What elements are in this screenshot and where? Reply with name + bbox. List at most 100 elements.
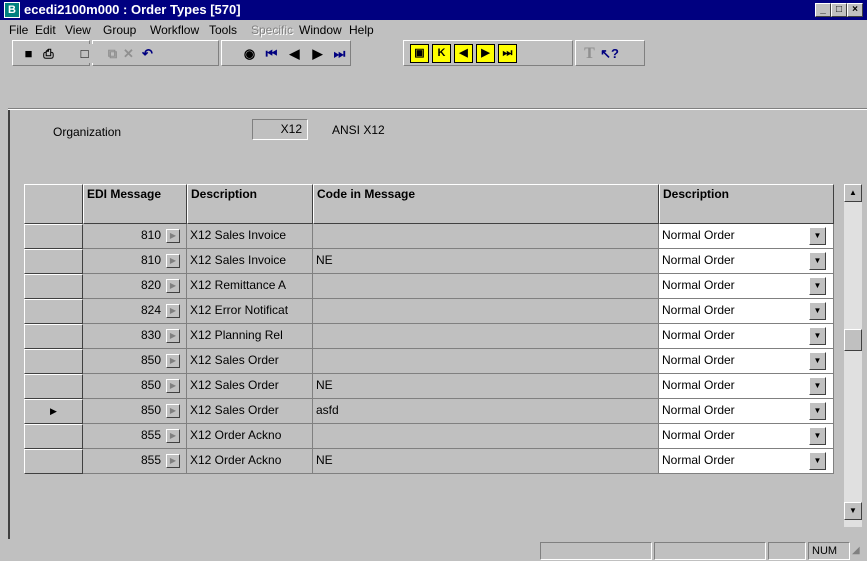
table-row[interactable]: 810 ▶ X12 Sales Invoice NE Normal Order …	[24, 249, 834, 274]
order-type-select[interactable]: Normal Order	[659, 299, 834, 324]
table-row[interactable]: 855 ▶ X12 Order Ackno Normal Order ▼	[24, 424, 834, 449]
zoom-icon[interactable]: ▶	[166, 354, 180, 368]
code-in-message-cell[interactable]	[313, 324, 659, 349]
row-selector[interactable]	[24, 374, 83, 399]
order-type-select[interactable]: Normal Order	[659, 399, 834, 424]
chevron-down-icon[interactable]: ▼	[809, 427, 826, 445]
zoom-icon[interactable]: ▶	[166, 279, 180, 293]
find-icon[interactable]: ◉	[240, 44, 259, 63]
code-in-message-cell[interactable]	[313, 299, 659, 324]
table-row[interactable]: 824 ▶ X12 Error Notificat Normal Order ▼	[24, 299, 834, 324]
save-icon[interactable]: ■	[19, 44, 38, 63]
order-type-select[interactable]: Normal Order	[659, 224, 834, 249]
chevron-down-icon[interactable]: ▼	[809, 252, 826, 270]
row-selector[interactable]	[24, 424, 83, 449]
zoom-icon[interactable]: ▶	[166, 379, 180, 393]
text-icon[interactable]: T	[580, 44, 599, 63]
maximize-button[interactable]: □	[831, 3, 847, 17]
next-record-icon[interactable]: ▶	[308, 44, 327, 63]
table-row[interactable]: 855 ▶ X12 Order Ackno NE Normal Order ▼	[24, 449, 834, 474]
header-code-in-message[interactable]: Code in Message	[313, 184, 659, 224]
menu-workflow[interactable]: Workflow	[150, 23, 199, 37]
chevron-down-icon[interactable]: ▼	[809, 377, 826, 395]
menu-window[interactable]: Window	[299, 23, 342, 37]
previous-record-icon[interactable]: ◀	[285, 44, 304, 63]
organization-code-field[interactable]: X12	[252, 119, 308, 140]
table-row[interactable]: 850 ▶ X12 Sales Order Normal Order ▼	[24, 349, 834, 374]
row-selector[interactable]: ▶	[24, 399, 83, 424]
close-button[interactable]: ×	[847, 3, 863, 17]
last-set-icon[interactable]: ⏭	[498, 44, 517, 63]
print-icon[interactable]: ⎙	[39, 44, 58, 63]
table-row[interactable]: 810 ▶ X12 Sales Invoice Normal Order ▼	[24, 224, 834, 249]
order-type-select[interactable]: Normal Order	[659, 449, 834, 474]
order-type-select[interactable]: Normal Order	[659, 424, 834, 449]
resize-grip-icon[interactable]: ◢	[852, 545, 866, 559]
first-group-icon[interactable]: ▣	[410, 44, 429, 63]
new-icon[interactable]: □	[75, 44, 94, 63]
delete-icon[interactable]: ✕	[119, 44, 138, 63]
order-type-select[interactable]: Normal Order	[659, 374, 834, 399]
first-set-icon[interactable]: K	[432, 44, 451, 63]
zoom-icon[interactable]: ▶	[166, 229, 180, 243]
row-selector[interactable]	[24, 274, 83, 299]
header-description[interactable]: Description	[187, 184, 313, 224]
help-pointer-icon[interactable]: ↖?	[600, 44, 619, 63]
description-cell: X12 Planning Rel	[187, 324, 313, 349]
minimize-button[interactable]: _	[815, 3, 831, 17]
order-type-select[interactable]: Normal Order	[659, 349, 834, 374]
scroll-thumb[interactable]	[844, 329, 862, 351]
zoom-icon[interactable]: ▶	[166, 254, 180, 268]
vertical-scrollbar[interactable]: ▲ ▼	[844, 184, 862, 527]
zoom-icon[interactable]: ▶	[166, 304, 180, 318]
code-in-message-cell[interactable]	[313, 274, 659, 299]
zoom-icon[interactable]: ▶	[166, 454, 180, 468]
chevron-down-icon[interactable]: ▼	[809, 302, 826, 320]
scroll-down-icon[interactable]: ▼	[844, 502, 862, 520]
table-row[interactable]: 830 ▶ X12 Planning Rel Normal Order ▼	[24, 324, 834, 349]
code-in-message-cell[interactable]	[313, 424, 659, 449]
last-record-icon[interactable]: ⏭	[330, 44, 349, 63]
row-selector[interactable]	[24, 224, 83, 249]
table-row[interactable]: 850 ▶ X12 Sales Order NE Normal Order ▼	[24, 374, 834, 399]
scroll-up-icon[interactable]: ▲	[844, 184, 862, 202]
organization-label: Organization	[53, 125, 122, 139]
table-row[interactable]: 820 ▶ X12 Remittance A Normal Order ▼	[24, 274, 834, 299]
menu-view[interactable]: View	[65, 23, 91, 37]
code-in-message-cell[interactable]: asfd	[313, 399, 659, 424]
header-edi-message[interactable]: EDI Message	[83, 184, 187, 224]
row-selector[interactable]	[24, 349, 83, 374]
chevron-down-icon[interactable]: ▼	[809, 327, 826, 345]
order-type-select[interactable]: Normal Order	[659, 324, 834, 349]
code-in-message-cell[interactable]: NE	[313, 449, 659, 474]
order-type-select[interactable]: Normal Order	[659, 249, 834, 274]
chevron-down-icon[interactable]: ▼	[809, 352, 826, 370]
zoom-icon[interactable]: ▶	[166, 429, 180, 443]
menu-group[interactable]: Group	[103, 23, 136, 37]
menu-tools[interactable]: Tools	[209, 23, 237, 37]
undo-icon[interactable]: ↶	[138, 44, 157, 63]
row-selector[interactable]	[24, 299, 83, 324]
previous-set-icon[interactable]: ◀	[454, 44, 473, 63]
menu-edit[interactable]: Edit	[35, 23, 56, 37]
row-selector[interactable]	[24, 449, 83, 474]
order-type-select[interactable]: Normal Order	[659, 274, 834, 299]
menu-help[interactable]: Help	[349, 23, 374, 37]
menu-file[interactable]: File	[9, 23, 28, 37]
zoom-icon[interactable]: ▶	[166, 404, 180, 418]
chevron-down-icon[interactable]: ▼	[809, 227, 826, 245]
chevron-down-icon[interactable]: ▼	[809, 402, 826, 420]
table-row[interactable]: ▶ 850 ▶ X12 Sales Order asfd Normal Orde…	[24, 399, 834, 424]
row-selector[interactable]	[24, 324, 83, 349]
code-in-message-cell[interactable]	[313, 224, 659, 249]
next-set-icon[interactable]: ▶	[476, 44, 495, 63]
code-in-message-cell[interactable]: NE	[313, 249, 659, 274]
chevron-down-icon[interactable]: ▼	[809, 452, 826, 470]
header-order-description[interactable]: Description	[659, 184, 834, 224]
code-in-message-cell[interactable]	[313, 349, 659, 374]
row-selector[interactable]	[24, 249, 83, 274]
chevron-down-icon[interactable]: ▼	[809, 277, 826, 295]
code-in-message-cell[interactable]: NE	[313, 374, 659, 399]
first-record-icon[interactable]: ⏮	[262, 44, 281, 63]
zoom-icon[interactable]: ▶	[166, 329, 180, 343]
